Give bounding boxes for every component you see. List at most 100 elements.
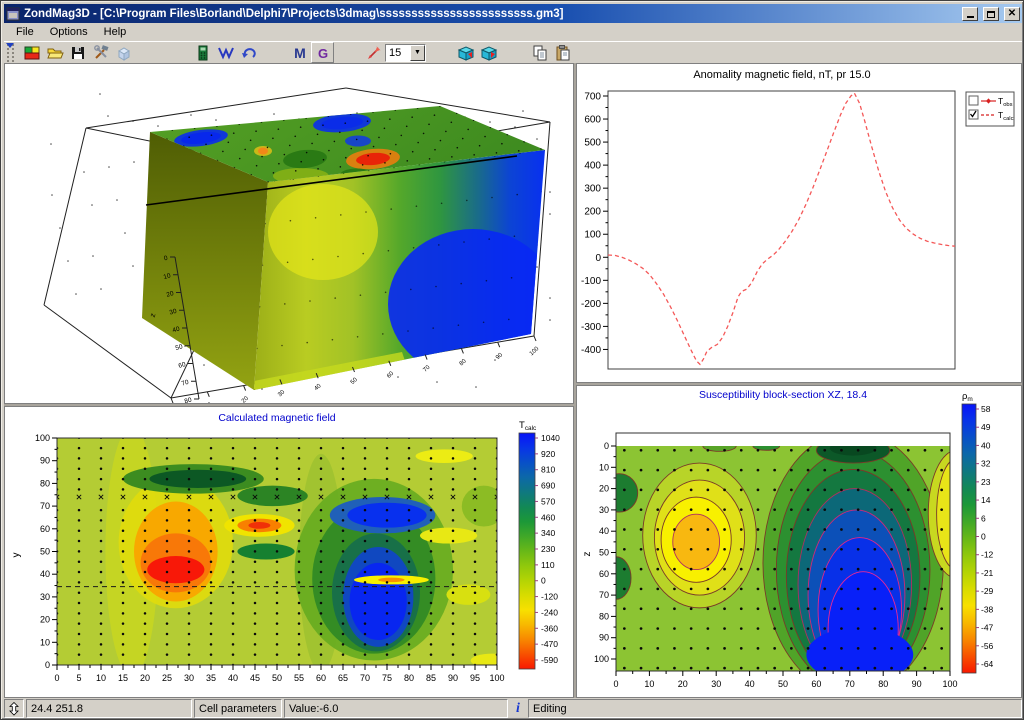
svg-text:920: 920 <box>541 449 555 459</box>
menu-options[interactable]: Options <box>42 24 96 40</box>
svg-text:0: 0 <box>613 679 618 689</box>
svg-text:80: 80 <box>184 397 193 403</box>
letter-m-icon: M <box>291 44 309 62</box>
svg-text:75: 75 <box>382 673 392 683</box>
svg-text:45: 45 <box>250 673 260 683</box>
toolbar: M G 15 ▼ <box>4 41 1022 63</box>
svg-text:30: 30 <box>711 679 721 689</box>
model-3d-view[interactable]: 01020304050607080z0102030405060708090100 <box>5 64 573 403</box>
svg-text:90: 90 <box>495 352 504 361</box>
status-mode: Editing <box>528 699 1022 718</box>
combo-dropdown-button[interactable]: ▼ <box>410 45 425 61</box>
svg-text:700: 700 <box>584 92 601 103</box>
svg-text:70: 70 <box>599 590 609 600</box>
svg-text:80: 80 <box>40 478 50 488</box>
svg-text:-64: -64 <box>981 659 994 669</box>
svg-text:85: 85 <box>426 673 436 683</box>
svg-text:-470: -470 <box>541 639 558 649</box>
calculated-field-map-panel[interactable]: Calculated magnetic field051015202530354… <box>4 406 574 698</box>
anomaly-profile-chart[interactable]: Anomality magnetic field, nT, pr 15.0700… <box>577 64 1021 382</box>
paste-button[interactable] <box>551 42 574 63</box>
mesh-button[interactable] <box>214 42 237 63</box>
status-coordinates: 24.4 251.8 <box>26 699 192 718</box>
gravity-mode-button[interactable]: G <box>311 42 334 63</box>
svg-text:6: 6 <box>981 513 986 523</box>
tools-icon <box>92 44 110 62</box>
undo-button[interactable] <box>237 42 260 63</box>
menu-file[interactable]: File <box>8 24 42 40</box>
svg-text:90: 90 <box>599 633 609 643</box>
svg-text:50: 50 <box>40 547 50 557</box>
svg-text:G: G <box>317 46 327 61</box>
grid-size-value[interactable]: 15 <box>386 47 410 59</box>
menu-help[interactable]: Help <box>96 24 135 40</box>
svg-text:90: 90 <box>448 673 458 683</box>
svg-text:70: 70 <box>40 501 50 511</box>
status-cell-parameters: Cell parameters <box>194 699 282 718</box>
svg-text:-240: -240 <box>541 607 558 617</box>
svg-text:100: 100 <box>489 673 504 683</box>
svg-text:80: 80 <box>404 673 414 683</box>
cube-view-button[interactable] <box>112 42 135 63</box>
toolbar-chevron-icon[interactable] <box>6 43 14 48</box>
svg-text:-200: -200 <box>581 299 601 310</box>
svg-text:65: 65 <box>338 673 348 683</box>
settings-button[interactable] <box>89 42 112 63</box>
magnetic-mode-button[interactable]: M <box>288 42 311 63</box>
svg-text:0: 0 <box>604 441 609 451</box>
letter-g-icon: G <box>314 44 332 62</box>
anomaly-profile-panel[interactable]: Anomality magnetic field, nT, pr 15.0700… <box>576 63 1022 383</box>
copy-button[interactable] <box>528 42 551 63</box>
svg-text:600: 600 <box>584 115 601 126</box>
title-bar[interactable]: ZondMag3D - [C:\Program Files\Borland\De… <box>4 4 1022 23</box>
susceptibility-section-chart[interactable]: Susceptibility block-section XZ, 18.4 0 10… <box>577 386 1021 697</box>
section-forward-button[interactable] <box>477 42 500 63</box>
svg-text:80: 80 <box>459 358 468 367</box>
svg-text:60: 60 <box>811 679 821 689</box>
minimize-button[interactable] <box>962 7 978 21</box>
svg-text:50: 50 <box>272 673 282 683</box>
svg-text:400: 400 <box>584 161 601 172</box>
close-button[interactable]: ✕ <box>1004 7 1020 21</box>
svg-text:690: 690 <box>541 481 555 491</box>
svg-text:-400: -400 <box>581 345 601 356</box>
svg-text:100: 100 <box>594 654 609 664</box>
svg-text:40: 40 <box>981 440 991 450</box>
svg-text:60: 60 <box>316 673 326 683</box>
section-back-button[interactable] <box>454 42 477 63</box>
svg-text:10: 10 <box>40 637 50 647</box>
new-model-button[interactable] <box>20 42 43 63</box>
svg-text:30: 30 <box>40 592 50 602</box>
window-title: ZondMag3D - [C:\Program Files\Borland\De… <box>24 8 957 20</box>
save-button[interactable] <box>66 42 89 63</box>
svg-text:40: 40 <box>745 679 755 689</box>
svg-text:30: 30 <box>599 505 609 515</box>
floppy-disk-icon <box>69 44 87 62</box>
svg-text:10: 10 <box>96 673 106 683</box>
svg-text:10: 10 <box>205 401 214 403</box>
calculate-button[interactable] <box>191 42 214 63</box>
svg-text:0: 0 <box>595 253 601 264</box>
open-button[interactable] <box>43 42 66 63</box>
susceptibility-section-panel[interactable]: Susceptibility block-section XZ, 18.4 0 10… <box>576 385 1022 698</box>
svg-text:100: 100 <box>529 346 541 358</box>
svg-text:Calculated magnetic field: Calculated magnetic field <box>218 412 335 424</box>
model-3d-panel[interactable]: 01020304050607080z0102030405060708090100 <box>4 63 574 404</box>
svg-text:500: 500 <box>584 138 601 149</box>
svg-text:55: 55 <box>294 673 304 683</box>
profile-pick-button[interactable] <box>362 42 385 63</box>
svg-text:25: 25 <box>162 673 172 683</box>
svg-text:80: 80 <box>599 611 609 621</box>
svg-text:70: 70 <box>422 364 431 373</box>
calculated-field-map[interactable]: Calculated magnetic field051015202530354… <box>5 407 573 697</box>
svg-text:80: 80 <box>878 679 888 689</box>
svg-text:20: 20 <box>241 395 250 403</box>
svg-text:-56: -56 <box>981 641 994 651</box>
maximize-button[interactable] <box>983 7 999 21</box>
svg-text:50: 50 <box>350 377 359 386</box>
svg-text:-47: -47 <box>981 623 994 633</box>
grid-size-combo[interactable]: 15 ▼ <box>385 44 426 62</box>
svg-text:-12: -12 <box>981 550 994 560</box>
svg-text:Susceptibility block-section X: Susceptibility block-section XZ, 18.4 <box>699 389 867 401</box>
svg-text:460: 460 <box>541 512 555 522</box>
